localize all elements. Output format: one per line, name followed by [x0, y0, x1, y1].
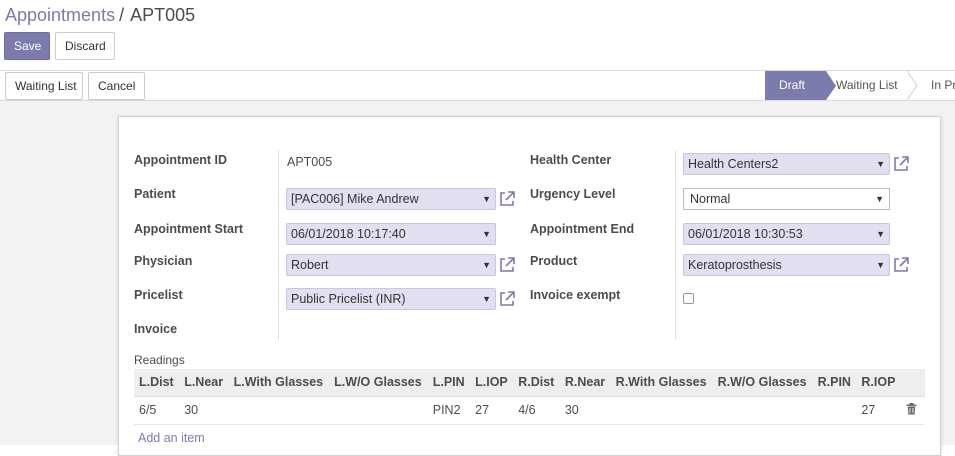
appointment-end-value: 06/01/2018 10:30:53 — [688, 227, 803, 241]
readings-table: L.Dist L.Near L.With Glasses L.W/O Glass… — [134, 369, 925, 425]
external-link-icon[interactable] — [498, 190, 516, 208]
caret-down-icon: ▼ — [482, 194, 491, 204]
stage-waiting-list[interactable]: Waiting List — [836, 71, 898, 100]
caret-down-icon: ▼ — [876, 159, 885, 169]
product-field[interactable]: Keratoprosthesis ▼ — [683, 254, 890, 276]
breadcrumb-appointments-link[interactable]: Appointments — [5, 5, 115, 25]
caret-down-icon: ▼ — [482, 294, 491, 304]
physician-field[interactable]: Robert ▼ — [286, 254, 496, 276]
external-link-icon[interactable] — [892, 155, 910, 173]
table-cell[interactable]: PIN2 — [427, 396, 471, 425]
table-cell[interactable]: 30 — [559, 396, 611, 425]
table-cell[interactable] — [329, 396, 428, 425]
urgency-level-label: Urgency Level — [530, 187, 616, 201]
caret-down-icon: ▼ — [875, 194, 884, 204]
invoice-label: Invoice — [134, 322, 178, 336]
readings-header-row: L.Dist L.Near L.With Glasses L.W/O Glass… — [134, 369, 925, 397]
breadcrumb: Appointments / APT005 — [5, 5, 195, 26]
stage-chevron-icon — [906, 71, 918, 100]
left-group-divider — [278, 150, 279, 340]
product-field-value: Keratoprosthesis — [688, 258, 782, 272]
column-header[interactable]: R.Dist — [513, 369, 560, 397]
column-header[interactable]: R.Near — [559, 369, 611, 397]
column-header[interactable]: R.PIN — [812, 369, 857, 397]
delete-cell — [901, 396, 925, 425]
stage-draft: Draft — [765, 71, 836, 100]
patient-label: Patient — [134, 187, 176, 201]
column-header[interactable]: L.PIN — [427, 369, 471, 397]
column-header[interactable]: L.Near — [179, 369, 229, 397]
health-center-field[interactable]: Health Centers2 ▼ — [683, 153, 890, 175]
appointment-id-value: APT005 — [287, 155, 333, 169]
appointment-end-field[interactable]: 06/01/2018 10:30:53 ▼ — [683, 223, 890, 245]
discard-button[interactable]: Discard — [55, 32, 115, 60]
column-header-actions — [901, 369, 925, 397]
table-cell[interactable] — [228, 396, 330, 425]
stage-in-progress[interactable]: In Pr — [931, 71, 955, 100]
caret-down-icon: ▼ — [482, 229, 491, 239]
appointment-start-label: Appointment Start — [134, 222, 244, 236]
trash-icon[interactable] — [906, 402, 917, 415]
table-cell[interactable]: 6/5 — [134, 396, 180, 425]
column-header[interactable]: R.W/O Glasses — [712, 369, 813, 397]
caret-down-icon: ▼ — [876, 229, 885, 239]
table-cell[interactable]: 30 — [179, 396, 229, 425]
physician-label: Physician — [134, 254, 193, 268]
pricelist-label: Pricelist — [134, 288, 183, 302]
physician-field-value: Robert — [291, 258, 329, 272]
pricelist-field[interactable]: Public Pricelist (INR) ▼ — [286, 288, 496, 310]
invoice-exempt-label: Invoice exempt — [530, 288, 621, 302]
product-label: Product — [530, 254, 578, 268]
column-header[interactable]: L.IOP — [470, 369, 514, 397]
save-button[interactable]: Save — [4, 32, 50, 60]
appointment-start-field[interactable]: 06/01/2018 10:17:40 ▼ — [286, 223, 496, 245]
control-panel: Appointments / APT005 Save Discard — [0, 0, 955, 70]
breadcrumb-current: APT005 — [130, 5, 196, 25]
pricelist-field-value: Public Pricelist (INR) — [291, 292, 406, 306]
appointment-end-label: Appointment End — [530, 222, 635, 236]
column-header[interactable]: R.IOP — [856, 369, 901, 397]
invoice-exempt-checkbox[interactable] — [683, 293, 694, 304]
column-header[interactable]: L.Dist — [134, 369, 180, 397]
external-link-icon[interactable] — [498, 256, 516, 274]
column-header[interactable]: L.With Glasses — [228, 369, 330, 397]
health-center-field-value: Health Centers2 — [688, 157, 779, 171]
table-cell[interactable] — [712, 396, 813, 425]
readings-label: Readings — [134, 353, 185, 367]
cancel-button[interactable]: Cancel — [88, 72, 145, 100]
column-header[interactable]: L.W/O Glasses — [329, 369, 428, 397]
appointment-start-value: 06/01/2018 10:17:40 — [291, 227, 406, 241]
breadcrumb-separator: / — [119, 5, 125, 25]
urgency-level-select[interactable]: Normal ▼ — [683, 188, 890, 210]
table-cell[interactable] — [610, 396, 713, 425]
add-item-link[interactable]: Add an item — [138, 431, 205, 445]
table-row[interactable]: 6/5 30 PIN2 27 4/6 30 27 — [134, 396, 925, 425]
health-center-label: Health Center — [530, 153, 612, 167]
appointment-id-label: Appointment ID — [134, 153, 228, 167]
table-cell[interactable]: 4/6 — [513, 396, 560, 425]
table-cell[interactable]: 27 — [470, 396, 514, 425]
column-header[interactable]: R.With Glasses — [610, 369, 713, 397]
patient-field-value: [PAC006] Mike Andrew — [291, 192, 419, 206]
table-cell[interactable]: 27 — [856, 396, 901, 425]
table-cell[interactable] — [812, 396, 857, 425]
form-statusbar: Waiting List Cancel Draft Waiting List I… — [0, 70, 955, 101]
urgency-level-value: Normal — [690, 192, 731, 206]
external-link-icon[interactable] — [892, 256, 910, 274]
right-group-divider — [675, 150, 676, 340]
waiting-list-button[interactable]: Waiting List — [5, 72, 83, 100]
external-link-icon[interactable] — [498, 290, 516, 308]
patient-field[interactable]: [PAC006] Mike Andrew ▼ — [286, 188, 496, 210]
caret-down-icon: ▼ — [876, 260, 885, 270]
caret-down-icon: ▼ — [482, 260, 491, 270]
